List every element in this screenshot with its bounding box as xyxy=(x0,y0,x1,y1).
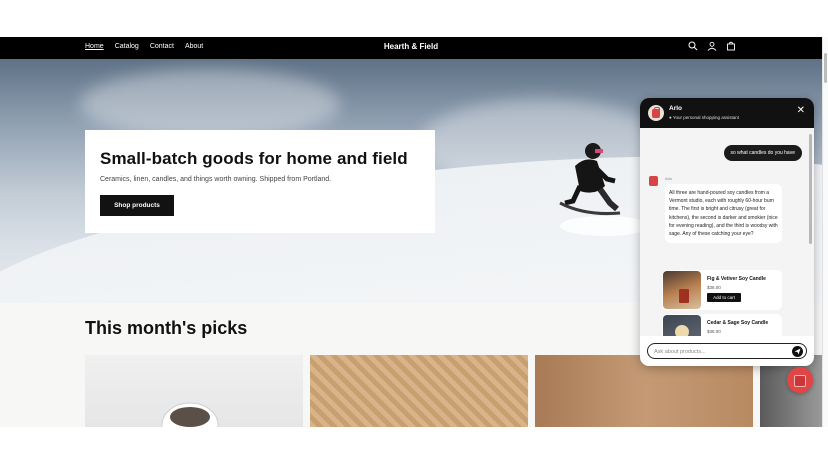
product-price: $38.00 xyxy=(707,329,721,334)
picks-title: This month's picks xyxy=(85,318,248,338)
person-image xyxy=(161,402,219,427)
bot-message: All three are hand-poured soy candles fr… xyxy=(665,184,782,244)
chat-scrollbar[interactable] xyxy=(809,128,812,336)
send-button[interactable] xyxy=(792,346,803,357)
chat-input-box[interactable] xyxy=(647,343,807,359)
page-scroll-thumb[interactable] xyxy=(824,53,827,83)
chat-scroll-thumb[interactable] xyxy=(809,134,812,244)
shopping-bag-icon xyxy=(794,375,806,387)
product-card-image[interactable] xyxy=(85,355,303,427)
product-name[interactable]: Fig & Vetiver Soy Candle xyxy=(707,276,766,282)
chat-messages[interactable]: so what candles do you have Arlo All thr… xyxy=(640,128,814,336)
assistant-tagline: ● Your personal shopping assistant xyxy=(669,115,740,120)
search-icon[interactable] xyxy=(688,41,698,51)
chat-launcher-button[interactable] xyxy=(787,367,813,393)
product-suggestion[interactable]: Fig & Vetiver Soy Candle $38.00 Add to c… xyxy=(662,270,782,310)
chat-header: Arlo ● Your personal shopping assistant … xyxy=(640,98,814,128)
browser-bottom-area xyxy=(0,427,828,466)
header-icons xyxy=(688,41,736,51)
shopping-bag-icon xyxy=(652,107,660,118)
assistant-avatar xyxy=(648,105,664,121)
hero-subtitle: Ceramics, linen, candles, and things wor… xyxy=(100,176,332,183)
product-suggestion[interactable]: Cedar & Sage Soy Candle $38.00 xyxy=(662,314,782,336)
product-price: $38.00 xyxy=(707,285,721,290)
assistant-name: Arlo xyxy=(669,105,682,112)
user-message: so what candles do you have xyxy=(723,145,802,161)
product-thumbnail[interactable] xyxy=(663,315,701,336)
chat-input[interactable] xyxy=(654,347,784,356)
send-icon xyxy=(794,348,801,355)
site-header: Home Catalog Contact About Hearth & Fiel… xyxy=(0,37,822,59)
browser-top-area xyxy=(0,0,828,37)
snowboarder-image xyxy=(559,143,645,236)
product-card-image[interactable] xyxy=(310,355,528,427)
hero-text-card: Small-batch goods for home and field Cer… xyxy=(85,130,435,233)
cart-icon[interactable] xyxy=(726,41,736,51)
shop-products-button[interactable]: Shop products xyxy=(100,195,174,216)
assistant-tagline-text: Your personal shopping assistant xyxy=(672,115,740,120)
shopping-bag-icon xyxy=(649,176,658,186)
add-to-cart-button[interactable]: Add to cart xyxy=(707,293,741,302)
hero-cloud xyxy=(80,69,340,139)
bot-label: Arlo xyxy=(665,176,673,181)
page-scrollbar[interactable] xyxy=(822,37,828,427)
account-icon[interactable] xyxy=(707,41,717,51)
product-thumbnail[interactable] xyxy=(663,271,701,309)
hero-title: Small-batch goods for home and field xyxy=(100,149,408,168)
chat-widget: Arlo ● Your personal shopping assistant … xyxy=(640,98,814,366)
product-name[interactable]: Cedar & Sage Soy Candle xyxy=(707,320,768,326)
close-icon[interactable]: ✕ xyxy=(797,106,805,116)
